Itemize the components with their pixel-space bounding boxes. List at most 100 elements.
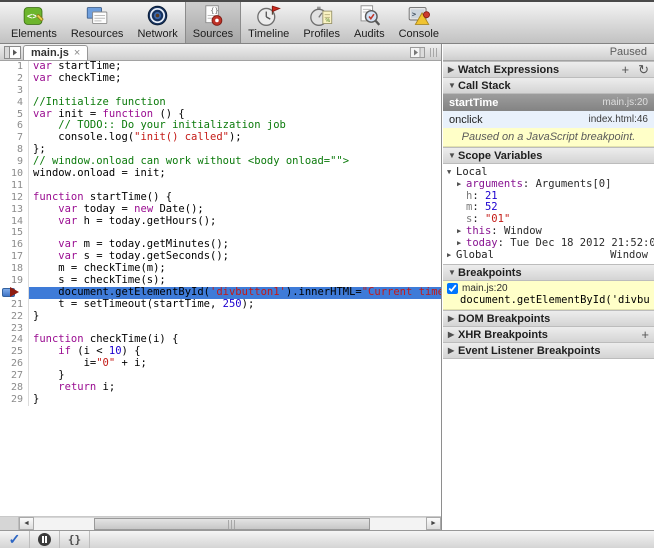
scrollbar-track[interactable]	[34, 517, 426, 530]
code-line[interactable]: var m = today.getMinutes();	[29, 239, 441, 251]
tab-audits[interactable]: Audits	[347, 2, 392, 43]
scrollbar-thumb[interactable]	[94, 518, 370, 530]
tab-profiles[interactable]: % Profiles	[296, 2, 347, 43]
code-line[interactable]: document.getElementById('divbutton1').in…	[29, 287, 441, 299]
tab-network[interactable]: Network	[130, 2, 184, 43]
code-line[interactable]: var init = function () {	[29, 109, 441, 121]
gutter-line-number[interactable]: 24	[0, 334, 29, 346]
breakpoint-checkbox[interactable]	[447, 283, 458, 294]
code-line[interactable]: console.log("init() called");	[29, 132, 441, 144]
code-line[interactable]: m = checkTime(m);	[29, 263, 441, 275]
code-line[interactable]: // window.onload can work without <body …	[29, 156, 441, 168]
section-event-listener-breakpoints[interactable]: ▶ Event Listener Breakpoints	[443, 342, 654, 359]
scope-variable[interactable]: ▶this: Window	[447, 226, 654, 238]
code-line[interactable]: };	[29, 144, 441, 156]
tab-timeline[interactable]: Timeline	[241, 2, 296, 43]
gutter-line-number[interactable]: 2	[0, 73, 29, 85]
add-xhr-breakpoint-icon[interactable]: +	[641, 328, 649, 341]
gutter-line-number[interactable]: 21	[0, 299, 29, 311]
tab-resources[interactable]: Resources	[64, 2, 131, 43]
section-breakpoints[interactable]: ▼ Breakpoints	[443, 264, 654, 281]
call-stack-frame[interactable]: startTime main.js:20	[443, 94, 654, 111]
chevron-right-icon[interactable]: ▶	[457, 226, 466, 238]
gutter-line-number[interactable]: 3	[0, 85, 29, 97]
gutter-line-number[interactable]: 12	[0, 192, 29, 204]
code-line[interactable]: return i;	[29, 382, 441, 394]
code-line[interactable]: //Initialize function	[29, 97, 441, 109]
code-line[interactable]: var checkTime;	[29, 73, 441, 85]
gutter-line-number[interactable]: 7	[0, 132, 29, 144]
gutter-line-number[interactable]	[0, 287, 29, 299]
gutter-line-number[interactable]: 10	[0, 168, 29, 180]
gutter-line-number[interactable]: 8	[0, 144, 29, 156]
code-line[interactable]: var h = today.getHours();	[29, 216, 441, 228]
section-scope-variables[interactable]: ▼ Scope Variables	[443, 147, 654, 164]
code-line[interactable]: i="0" + i;	[29, 358, 441, 370]
chevron-right-icon[interactable]: ▶	[457, 238, 466, 250]
pause-on-exceptions-button[interactable]	[30, 531, 60, 548]
chevron-right-icon[interactable]: ▶	[457, 179, 466, 191]
code-line[interactable]: }	[29, 311, 441, 323]
code-line[interactable]: t = setTimeout(startTime, 250);	[29, 299, 441, 311]
code-line[interactable]	[29, 180, 441, 192]
gutter-line-number[interactable]: 4	[0, 97, 29, 109]
section-xhr-breakpoints[interactable]: ▶ XHR Breakpoints +	[443, 326, 654, 343]
refresh-watch-icon[interactable]: ↻	[638, 63, 649, 76]
section-call-stack[interactable]: ▼ Call Stack	[443, 77, 654, 94]
section-dom-breakpoints[interactable]: ▶ DOM Breakpoints	[443, 310, 654, 327]
scope-variable[interactable]: ▶arguments: Arguments[0]	[447, 179, 654, 191]
gutter-line-number[interactable]: 25	[0, 346, 29, 358]
gutter-line-number[interactable]: 1	[0, 61, 29, 73]
section-watch-expressions[interactable]: ▶ Watch Expressions + ↻	[443, 61, 654, 78]
tab-elements[interactable]: <> Elements	[4, 2, 64, 43]
code-line[interactable]: s = checkTime(s);	[29, 275, 441, 287]
code-area[interactable]: 1var startTime;2var checkTime;34//Initia…	[0, 61, 441, 516]
gutter-line-number[interactable]: 13	[0, 204, 29, 216]
show-debugger-sidebar-icon[interactable]	[410, 47, 425, 58]
show-navigator-icon[interactable]	[4, 46, 21, 59]
console-toggle-button[interactable]: ✓	[0, 531, 30, 548]
gutter-line-number[interactable]: 27	[0, 370, 29, 382]
gutter-line-number[interactable]: 9	[0, 156, 29, 168]
code-line[interactable]	[29, 227, 441, 239]
horizontal-scrollbar[interactable]: ◄ ►	[0, 516, 441, 530]
gutter-line-number[interactable]: 17	[0, 251, 29, 263]
gutter-line-number[interactable]: 6	[0, 120, 29, 132]
code-line[interactable]: function startTime() {	[29, 192, 441, 204]
code-line[interactable]: var startTime;	[29, 61, 441, 73]
code-line[interactable]: window.onload = init;	[29, 168, 441, 180]
scroll-left-arrow[interactable]: ◄	[19, 517, 34, 530]
gutter-line-number[interactable]: 15	[0, 227, 29, 239]
code-line[interactable]: }	[29, 370, 441, 382]
scope-global-root[interactable]: ▶ Global Window	[447, 250, 654, 262]
breakpoint-entry[interactable]: main.js:20 document.getElementById('divb…	[443, 281, 654, 310]
editor-tab-mainjs[interactable]: main.js ×	[23, 45, 88, 60]
pretty-print-button[interactable]: {}	[60, 531, 90, 548]
add-watch-icon[interactable]: +	[622, 63, 630, 76]
code-line[interactable]: var today = new Date();	[29, 204, 441, 216]
code-line[interactable]: // TODO:: Do your initialization job	[29, 120, 441, 132]
gutter-line-number[interactable]: 14	[0, 216, 29, 228]
code-line[interactable]: if (i < 10) {	[29, 346, 441, 358]
gutter-line-number[interactable]: 26	[0, 358, 29, 370]
code-line[interactable]	[29, 85, 441, 97]
gutter-line-number[interactable]: 23	[0, 323, 29, 335]
tab-console[interactable]: > Console	[392, 2, 446, 43]
code-line[interactable]: function checkTime(i) {	[29, 334, 441, 346]
scroll-right-arrow[interactable]: ►	[426, 517, 441, 530]
code-line[interactable]	[29, 323, 441, 335]
code-line[interactable]: }	[29, 394, 441, 406]
gutter-line-number[interactable]: 22	[0, 311, 29, 323]
code-line[interactable]: var s = today.getSeconds();	[29, 251, 441, 263]
splitter-grip[interactable]	[430, 48, 438, 57]
close-tab-icon[interactable]: ×	[74, 47, 80, 59]
gutter-line-number[interactable]: 29	[0, 394, 29, 406]
call-stack-frame[interactable]: onclick index.html:46	[443, 111, 654, 128]
gutter-line-number[interactable]: 28	[0, 382, 29, 394]
gutter-line-number[interactable]: 16	[0, 239, 29, 251]
gutter-line-number[interactable]: 18	[0, 263, 29, 275]
gutter-line-number[interactable]: 5	[0, 109, 29, 121]
breakpoint-source-snippet[interactable]: document.getElementById('divbutt…	[447, 294, 650, 306]
gutter-line-number[interactable]: 19	[0, 275, 29, 287]
scope-variable[interactable]: ▶today: Tue Dec 18 2012 21:52:0…	[447, 238, 654, 250]
